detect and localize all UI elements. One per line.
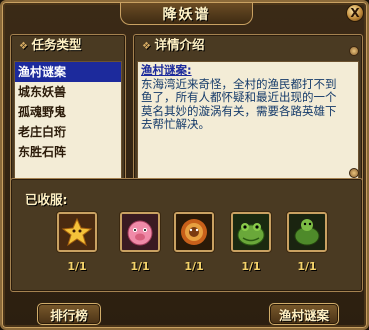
ornament-icon: ❖: [142, 41, 155, 52]
monster-slot-4[interactable]: [231, 212, 271, 252]
detail-panel: ❖ 详情介绍 渔村谜案: 东海湾近来奇怪，全村的渔民都打不到鱼了，所有人都怀疑和…: [133, 34, 363, 184]
task-item-lonely-ghost[interactable]: 孤魂野鬼: [15, 102, 121, 122]
monster-slot-2[interactable]: [120, 212, 160, 252]
monster-count-1: 1/1: [67, 260, 87, 273]
pink-pig-monster-icon: [122, 214, 158, 250]
task-item-city-east-beast[interactable]: 城东妖兽: [15, 82, 121, 102]
detail-header-label: 详情介绍: [154, 37, 205, 52]
detail-title: 渔村谜案:: [141, 63, 192, 77]
yellow-star-monster-icon: [59, 214, 95, 250]
current-task-button[interactable]: 渔村谜案: [269, 303, 339, 325]
detail-header: ❖ 详情介绍: [134, 35, 362, 54]
detail-body: 东海湾近来奇怪，全村的渔民都打不到鱼了，所有人都怀疑和最近出现的一个莫名其妙的漩…: [141, 76, 337, 131]
task-type-list: 渔村谜案 城东妖兽 孤魂野鬼 老庄白珩 东胜石阵: [14, 61, 122, 180]
monster-slot-3[interactable]: [174, 212, 214, 252]
close-button[interactable]: X: [346, 4, 364, 22]
monster-count-2: 1/1: [130, 260, 150, 273]
close-icon: X: [350, 6, 360, 20]
monster-slot-1[interactable]: [57, 212, 97, 252]
green-frog-monster-icon: [233, 214, 269, 250]
monster-count-3: 1/1: [184, 260, 204, 273]
monster-count-4: 1/1: [241, 260, 261, 273]
scroll-down-icon[interactable]: [349, 168, 359, 178]
task-item-stone-array[interactable]: 东胜石阵: [15, 142, 121, 162]
green-turtle-monster-icon: [289, 214, 325, 250]
collected-label: 已收服:: [25, 192, 68, 207]
detail-text-area: 渔村谜案: 东海湾近来奇怪，全村的渔民都打不到鱼了，所有人都怀疑和最近出现的一个…: [137, 61, 359, 180]
fire-lion-monster-icon: [176, 214, 212, 250]
window-title: 降妖谱: [162, 6, 211, 23]
task-item-old-village[interactable]: 老庄白珩: [15, 122, 121, 142]
bestiary-window: 降妖谱 X ❖ 任务类型 渔村谜案 城东妖兽 孤魂野鬼 老庄白珩 东胜石阵 ❖ …: [0, 0, 369, 330]
monster-slot-5[interactable]: [287, 212, 327, 252]
collected-panel: 已收服: 1/1 1/1 1/1 1/1 1/1: [10, 178, 363, 292]
task-type-header: ❖ 任务类型: [11, 35, 125, 54]
title-bar: 降妖谱: [120, 3, 253, 25]
task-item-fishing-village[interactable]: 渔村谜案: [15, 62, 121, 82]
monster-count-5: 1/1: [297, 260, 317, 273]
scroll-up-icon[interactable]: [349, 46, 359, 56]
ornament-icon: ❖: [19, 41, 32, 52]
task-type-header-label: 任务类型: [31, 37, 82, 52]
leaderboard-button[interactable]: 排行榜: [37, 303, 101, 325]
task-type-panel: ❖ 任务类型 渔村谜案 城东妖兽 孤魂野鬼 老庄白珩 东胜石阵: [10, 34, 126, 184]
